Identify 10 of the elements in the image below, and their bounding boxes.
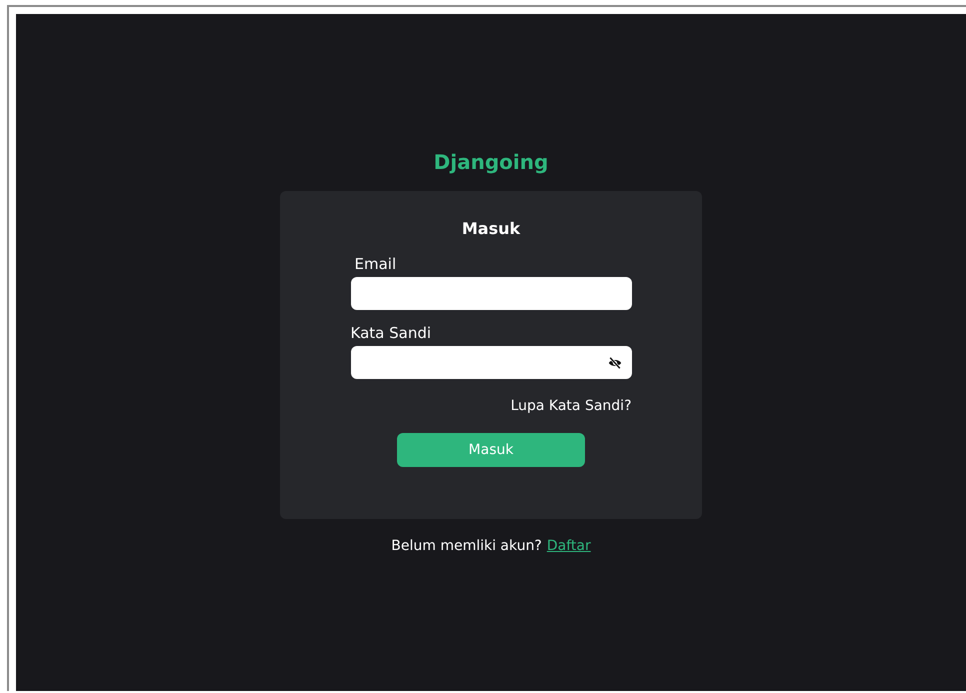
password-field[interactable] <box>350 346 632 379</box>
signup-link[interactable]: Daftar <box>546 537 591 555</box>
email-field[interactable] <box>350 277 632 310</box>
field-label: Kata Sandi <box>350 324 432 342</box>
card-title: Masuk <box>462 219 520 239</box>
signup-prompt: Belum memliki akun? <box>391 537 542 555</box>
brand-title: Djangoing <box>434 150 548 174</box>
forgot-password-link[interactable]: Lupa Kata Sandi? <box>510 397 632 415</box>
field-label: Email <box>354 255 396 273</box>
eye-slash-icon[interactable] <box>608 356 622 370</box>
